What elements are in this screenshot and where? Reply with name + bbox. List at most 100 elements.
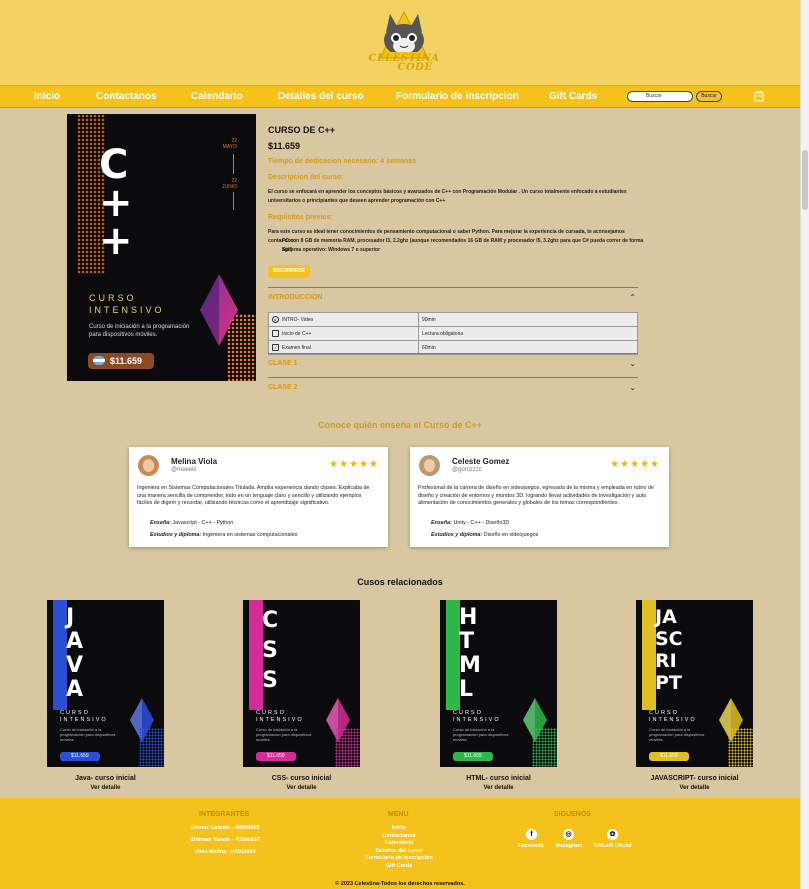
dot-pattern [728,728,753,767]
related-price-badge: $11.659 [256,752,296,761]
chevron-up-icon: ⌃ [629,293,636,302]
table-row[interactable]: ▸ INTRO- Video 90min [268,312,638,327]
related-course-letters: JAVA [66,606,83,702]
course-letter: A [66,677,84,702]
instagram-link[interactable]: Instagram [549,843,589,849]
footer-menu-heading: MENU [388,811,409,818]
unlam-icon[interactable]: ✿ [607,829,618,840]
footer-member: Viola Melina - 54163024 [194,849,256,855]
course-letter: T [459,629,475,654]
play-icon: ▸ [272,316,279,323]
accordion-clase-1[interactable]: CLASE 1 ⌄ [268,353,638,377]
check-icon: ✓ [272,344,279,351]
course-letter: SC [655,628,683,650]
nav-gift-cards[interactable]: Gift Cards [549,91,597,102]
chevron-down-icon: ⌄ [629,359,636,368]
related-description: Curso de iniciación a la programación pa… [256,727,312,742]
related-course-name[interactable]: JAVASCRIPT- curso inicial [636,775,753,782]
instructor-handle: @gomzzzc [452,467,482,473]
footer-link-calendario[interactable]: Calendario [349,840,449,848]
course-letter: L [459,677,474,702]
related-course-image[interactable]: H T M L CURSO INTENSIVO Curso de iniciación a… [440,600,557,767]
hero-price-badge: $11.659 [88,353,154,369]
related-course-image[interactable]: C S S CURSO INTENSIVO Curso de iniciación a … [243,600,360,767]
document-icon [272,330,279,337]
hero-date-end: 22 JUNIO [222,178,237,190]
footer-link-detalles[interactable]: Detalles del curso [349,848,449,856]
footer-link-gift-cards[interactable]: Gift Cards [349,863,449,871]
accordion-clase-2[interactable]: CLASE 2 ⌄ [268,377,638,397]
facebook-link[interactable]: Facebook [511,843,551,849]
related-description: Curso de iniciación a la programación pa… [60,727,116,742]
unlam-link[interactable]: UNLaM Oficial [589,843,637,849]
description-text: El curso se enfocará en aprender los con… [268,189,627,204]
instructor-handle: @meeelii [171,467,197,473]
related-course-letters: CSS [262,606,278,696]
course-letter: S [262,668,278,693]
main-nav: Inicio Contactanos Calendario Detalles d… [0,86,800,108]
ver-detalle-link[interactable]: Ver detalle [243,785,360,791]
related-course-letters: JA SC RI PT [655,606,683,694]
course-title: CURSO DE C++ [268,125,336,135]
table-row[interactable]: Inicio de C++ Lectura obligatoria [268,326,638,341]
related-course-image[interactable]: J A V A CURSO INTENSIVO Curso de iniciación a… [47,600,164,767]
footer-link-contactanos[interactable]: Contactanos [349,833,449,841]
ver-detalle-link[interactable]: Ver detalle [636,785,753,791]
nav-detalles[interactable]: Detalles del curso [278,91,364,102]
related-price-badge: $11.659 [453,752,493,761]
search-input[interactable]: Buscar [627,91,693,102]
course-price: $11.659 [268,141,301,151]
accordion-introduccion[interactable]: INTRODUCCION ⌃ [268,287,638,312]
intro-lessons-table: ▸ INTRO- Video 90min Inicio de C++ Lectur… [268,312,638,355]
footer-link-inicio[interactable]: Inicio [349,825,449,833]
related-course-name[interactable]: Java- curso inicial [47,775,164,782]
ver-detalle-link[interactable]: Ver detalle [440,785,557,791]
footer-integrantes-heading: INTEGRANTES [199,811,250,818]
instructor-card: Celeste Gomez @gomzzzc ★★★★★ Profesional… [410,447,669,547]
copyright: © 2023 Celestina-Todos los derechos rese… [0,880,800,889]
instructor-name: Melina Viola [171,457,218,466]
instructors-heading: Conoce quién enseña el Curso de C++ [317,420,483,430]
hero-divider [233,154,234,174]
related-price-badge: $11.659 [60,752,100,761]
enroll-button[interactable]: INSCRIBIRSE [268,265,310,278]
page-scrollbar[interactable] [800,0,809,889]
related-description: Curso de iniciación a la programación pa… [453,727,509,742]
course-hero-image: C + + 22 MAYO 22 JUNIO CURSO INTENSIVO C… [67,114,256,381]
footer-member: Shiiman Yanela - 43356937 [190,837,260,843]
search-button[interactable]: Buscar [696,91,722,102]
course-letter: H [459,605,478,630]
related-price-badge: $11.659 [649,752,689,761]
related-curso-label: CURSO INTENSIVO [649,710,697,723]
course-duration: Tiempo de dedicacion necesario: 4 semana… [268,158,417,165]
scrollbar-thumb[interactable] [802,150,808,210]
course-letter: V [66,653,84,678]
dot-pattern [335,728,360,767]
instructor-studies: Estudios y diploma: Diseño en videojuego… [431,532,539,538]
nav-formulario[interactable]: Formulario de inscripcion [396,91,519,102]
nav-contactanos[interactable]: Contactanos [96,91,157,102]
facebook-icon[interactable]: f [526,829,537,840]
course-letter: C [262,608,279,633]
site-header: CELESTINA CODE [0,0,800,86]
chevron-down-icon: ⌄ [629,383,636,392]
ver-detalle-link[interactable]: Ver detalle [47,785,164,791]
course-letter: PT [655,672,682,694]
related-course-image[interactable]: JA SC RI PT CURSO INTENSIVO Curso de iniciaci… [636,600,753,767]
avatar [419,455,440,476]
course-letter: S [262,638,278,663]
nav-inicio[interactable]: Inicio [34,91,60,102]
related-course-name[interactable]: HTML- curso inicial [440,775,557,782]
requirements-heading: Requisitos previos: [268,214,333,221]
instructor-bio: Profesional de la carrera de diseño en v… [418,485,654,507]
footer-link-formulario[interactable]: Formulario de inscripcion [349,855,449,863]
nav-calendario[interactable]: Calendario [191,91,243,102]
related-course-name[interactable]: CSS- curso inicial [243,775,360,782]
instagram-icon[interactable]: ◎ [563,829,574,840]
argentina-flag-icon [93,356,105,365]
cart-icon[interactable] [754,90,764,102]
course-letter: M [459,653,481,678]
related-heading: Cusos relacionados [357,577,443,587]
hero-divider [233,192,234,210]
hero-description: Curso de iniciación a la programación pa… [89,324,190,338]
